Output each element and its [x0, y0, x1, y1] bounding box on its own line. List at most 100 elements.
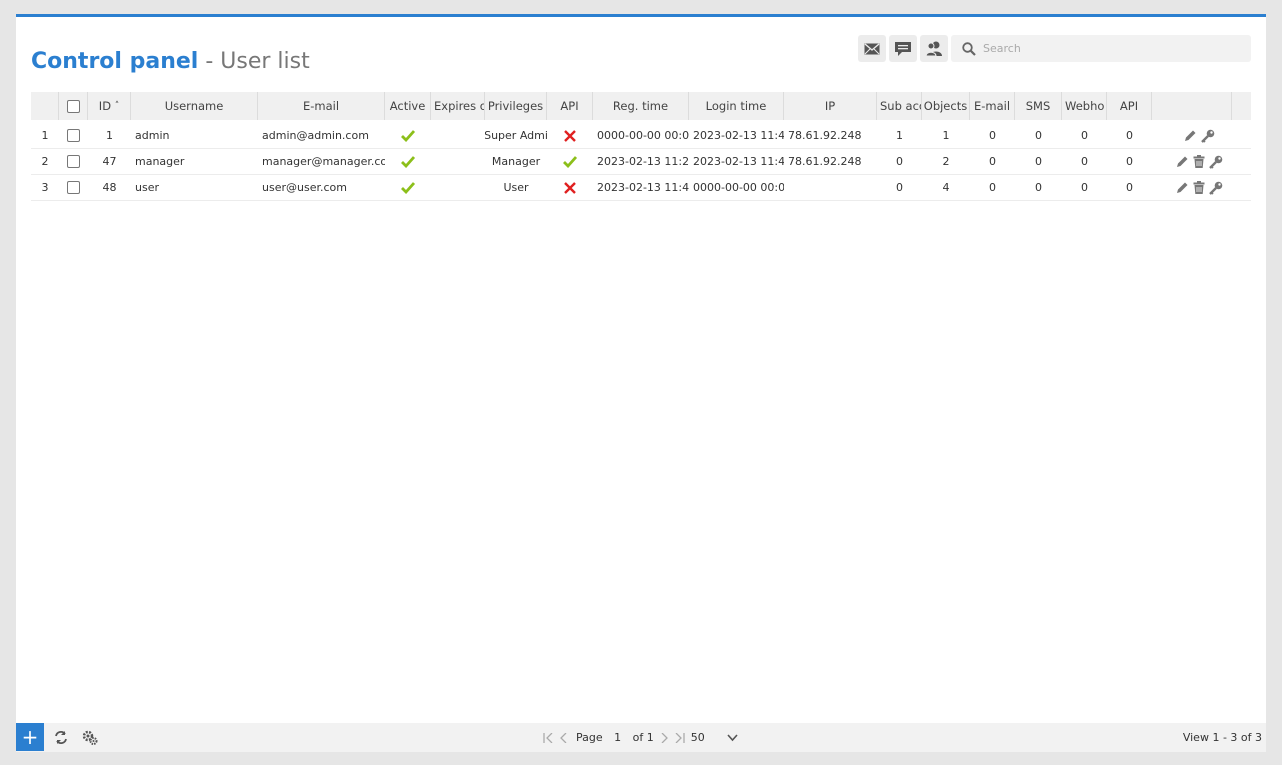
table-row[interactable]: 2 47 manager manager@manager.com Manager 2023…	[31, 149, 1251, 175]
cell-email-count: 0	[989, 155, 996, 168]
view-info: View 1 - 3 of 3	[1182, 731, 1262, 744]
send-email-button[interactable]	[858, 35, 886, 62]
col-privileges[interactable]: Privileges	[485, 92, 547, 120]
table-row[interactable]: 3 48 user user@user.com User 2023-02-13 11:43…	[31, 175, 1251, 201]
delete-icon[interactable]	[1193, 155, 1205, 168]
cell-active	[385, 181, 431, 194]
table-row[interactable]: 1 1 admin admin@admin.com Super Admi 0000-00-…	[31, 123, 1251, 149]
email-icon	[864, 42, 880, 54]
row-checkbox[interactable]	[59, 129, 88, 142]
users-icon	[926, 41, 942, 56]
sort-icon: ˄	[114, 101, 120, 111]
cell-objects: 1	[942, 129, 950, 142]
cell-id: 48	[102, 181, 117, 194]
key-icon[interactable]	[1208, 181, 1223, 195]
check-icon	[401, 181, 415, 194]
col-reg-time[interactable]: Reg. time	[593, 92, 689, 120]
table-body: 1 1 admin admin@admin.com Super Admi 0000-00-…	[31, 123, 1251, 201]
row-checkbox[interactable]	[59, 155, 88, 168]
page-input[interactable]: 1	[609, 731, 627, 744]
add-user-button[interactable]: +	[16, 723, 44, 751]
cell-api	[547, 155, 593, 168]
col-ip[interactable]: IP	[784, 92, 877, 120]
page-label: Page	[576, 731, 603, 744]
cell-objects: 4	[942, 181, 950, 194]
cell-api	[547, 129, 593, 142]
cell-email: user@user.com	[262, 181, 347, 194]
row-number: 2	[41, 155, 49, 168]
cell-sub-accounts: 0	[896, 181, 903, 194]
col-sms[interactable]: SMS	[1015, 92, 1062, 120]
key-icon[interactable]	[1208, 155, 1223, 169]
cell-actions[interactable]	[1152, 181, 1232, 195]
cell-actions[interactable]	[1152, 155, 1232, 169]
col-login-time[interactable]: Login time	[689, 92, 784, 120]
edit-icon[interactable]	[1176, 155, 1189, 168]
cell-id: 1	[106, 129, 113, 142]
next-page-icon[interactable]	[660, 732, 668, 743]
row-checkbox[interactable]	[59, 181, 88, 194]
cell-privileges: Super Admi	[485, 129, 547, 142]
table-header: ID ˄ Username E-mail Active Expires o Pr…	[31, 92, 1251, 120]
col-active[interactable]: Active	[385, 92, 431, 120]
cell-email-count: 0	[989, 129, 996, 142]
search-input[interactable]	[951, 35, 1251, 62]
col-expires[interactable]: Expires o	[431, 92, 485, 120]
page-title-sub: - User list	[205, 49, 310, 74]
col-webhook[interactable]: Webho	[1062, 92, 1107, 120]
select-all-checkbox[interactable]	[59, 92, 88, 120]
cell-username: manager	[135, 155, 185, 168]
key-icon[interactable]	[1200, 129, 1215, 143]
cell-active	[385, 129, 431, 142]
page-count: of 1	[632, 731, 654, 744]
col-objects[interactable]: Objects	[922, 92, 970, 120]
cell-webhook: 0	[1081, 155, 1088, 168]
col-api-count[interactable]: API	[1107, 92, 1152, 120]
col-email-count[interactable]: E-mail	[970, 92, 1015, 120]
col-username[interactable]: Username	[131, 92, 258, 120]
col-rownum	[31, 92, 59, 120]
settings-icon[interactable]	[82, 730, 98, 745]
cross-icon	[564, 181, 576, 194]
edit-icon[interactable]	[1176, 181, 1189, 194]
cell-actions[interactable]	[1152, 129, 1232, 143]
cell-email: admin@admin.com	[262, 129, 369, 142]
cell-login-time: 2023-02-13 11:43:	[693, 155, 784, 168]
cell-api-count: 0	[1126, 129, 1133, 142]
refresh-icon[interactable]	[54, 730, 68, 745]
send-message-button[interactable]	[889, 35, 917, 62]
cell-sms: 0	[1035, 155, 1042, 168]
cell-email: manager@manager.com	[262, 155, 385, 168]
row-number: 1	[41, 129, 49, 142]
col-sub-accounts[interactable]: Sub acc	[877, 92, 922, 120]
chevron-down-icon[interactable]	[727, 733, 738, 742]
cell-sms: 0	[1035, 181, 1042, 194]
cell-privileges: User	[503, 181, 529, 194]
user-groups-button[interactable]	[920, 35, 948, 62]
cell-sms: 0	[1035, 129, 1042, 142]
cell-reg-time: 2023-02-13 11:43:	[597, 181, 689, 194]
check-icon	[401, 129, 415, 142]
col-id[interactable]: ID ˄	[88, 92, 131, 120]
rows-per-page-select[interactable]: 50	[691, 731, 721, 744]
search-icon	[962, 42, 976, 56]
first-page-icon[interactable]	[543, 732, 554, 743]
edit-icon[interactable]	[1184, 129, 1197, 142]
cell-objects: 2	[942, 155, 950, 168]
last-page-icon[interactable]	[674, 732, 685, 743]
check-icon	[401, 155, 415, 168]
col-email[interactable]: E-mail	[258, 92, 385, 120]
cell-username: user	[135, 181, 159, 194]
col-api[interactable]: API	[547, 92, 593, 120]
delete-icon[interactable]	[1193, 181, 1205, 194]
prev-page-icon[interactable]	[560, 732, 568, 743]
bottom-toolbar: + Page 1 of 1 50 View 1 - 3 of 3	[16, 723, 1266, 752]
plus-icon: +	[21, 725, 39, 749]
cell-webhook: 0	[1081, 129, 1088, 142]
cell-email-count: 0	[989, 181, 996, 194]
cell-ip: 78.61.92.248	[788, 155, 862, 168]
cell-ip: 78.61.92.248	[788, 129, 862, 142]
cell-api	[547, 181, 593, 194]
cell-api-count: 0	[1126, 181, 1133, 194]
cell-webhook: 0	[1081, 181, 1088, 194]
